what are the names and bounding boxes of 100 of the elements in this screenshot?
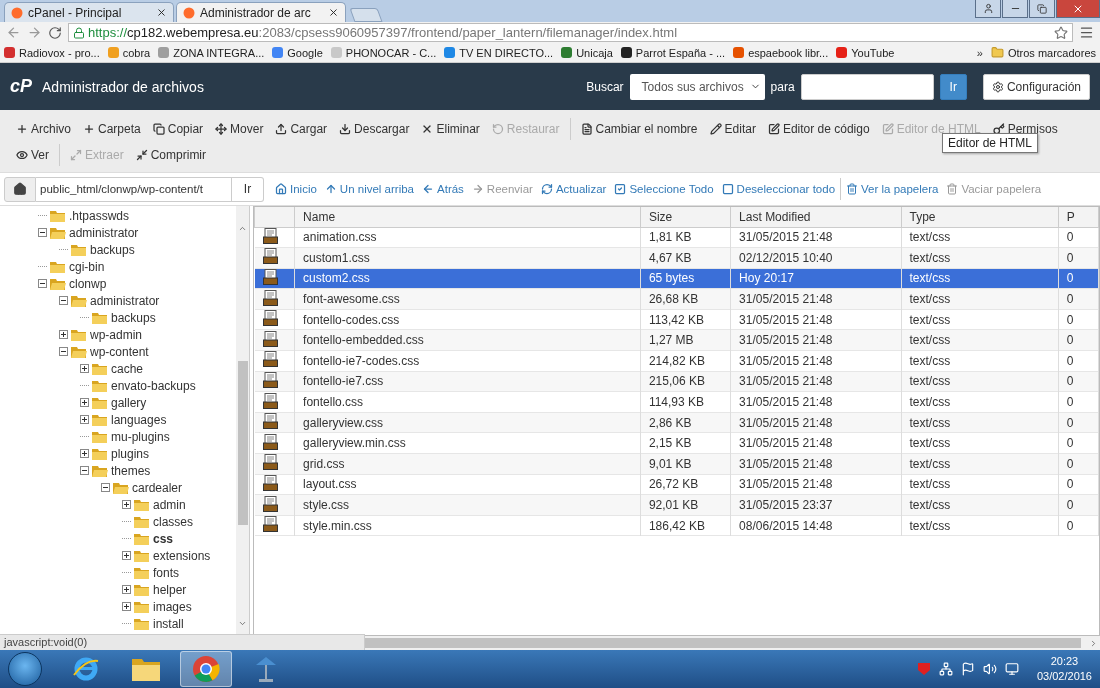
browser-tab[interactable]: Administrador de arc — [176, 2, 346, 22]
bookmark[interactable]: Radiovox - pro... — [4, 46, 100, 59]
column-header[interactable]: Type — [901, 207, 1059, 227]
back-icon[interactable] — [6, 25, 21, 40]
collapse-toggle[interactable] — [38, 279, 47, 288]
volume-icon[interactable] — [982, 662, 997, 676]
expand-toggle[interactable] — [80, 398, 89, 407]
collapse-toggle[interactable] — [59, 347, 68, 356]
folder-name[interactable]: cardealer — [132, 480, 183, 495]
file-row[interactable]: fontello.css 114,93 KB 31/05/2015 21:48 text/css 0 — [254, 391, 1099, 413]
toolbar-button[interactable]: Editar — [703, 118, 762, 140]
more-bookmarks-button[interactable]: » — [976, 46, 983, 59]
close-icon[interactable] — [328, 7, 339, 18]
forward-icon[interactable] — [27, 25, 42, 40]
scroll-down-icon[interactable] — [238, 619, 247, 628]
toolbar-button[interactable]: Descargar — [333, 118, 416, 140]
flag-icon[interactable] — [960, 662, 975, 676]
folder-name[interactable]: mu-plugins — [111, 429, 170, 444]
bookmark-star-icon[interactable] — [1054, 25, 1068, 40]
collapse-toggle[interactable] — [59, 296, 68, 305]
toolbar-button[interactable]: Cargar — [269, 118, 334, 140]
path-field[interactable]: public_html/clonwp/wp-content/t — [36, 176, 232, 202]
go-button[interactable]: Ir — [939, 73, 967, 100]
toolbar-button[interactable]: Archivo — [10, 118, 77, 140]
collapse-toggle[interactable] — [101, 483, 110, 492]
profile-button[interactable] — [975, 0, 1001, 18]
nav-link[interactable]: Seleccione Todo — [611, 183, 717, 195]
bookmark[interactable]: TV EN DIRECTO... — [444, 46, 554, 59]
toolbar-button[interactable]: Cambiar el nombre — [574, 118, 704, 140]
scroll-up-icon[interactable] — [238, 224, 247, 233]
file-row[interactable]: animation.css 1,81 KB 31/05/2015 21:48 text/css 0 — [254, 227, 1099, 248]
monitor-icon[interactable] — [1004, 662, 1019, 676]
nav-link[interactable]: Inicio — [272, 183, 320, 195]
nav-link[interactable]: Ver la papelera — [843, 183, 942, 195]
nav-link[interactable]: Atrás — [419, 183, 467, 195]
home-button[interactable] — [4, 176, 36, 202]
file-row[interactable]: galleryview.min.css 2,15 KB 31/05/2015 21:48 text/css 0 — [254, 432, 1099, 454]
expand-toggle[interactable] — [80, 364, 89, 373]
folder-name[interactable]: images — [153, 599, 192, 614]
toolbar-button[interactable]: Mover — [209, 118, 270, 140]
folder-name[interactable]: clonwp — [69, 276, 107, 291]
folder-name[interactable]: extensions — [153, 548, 211, 563]
folder-name[interactable]: administrator — [90, 293, 160, 308]
close-icon[interactable] — [156, 7, 167, 18]
search-field[interactable] — [800, 73, 934, 100]
file-row[interactable]: fontello-ie7.css 215,06 KB 31/05/2015 21:48 text/css 0 — [254, 371, 1099, 392]
bookmark[interactable]: cobra — [107, 46, 151, 59]
file-row[interactable]: fontello-codes.css 113,42 KB 31/05/2015 21:48 text/css 0 — [254, 309, 1099, 330]
bookmark-folder[interactable]: Otros marcadores — [990, 46, 1096, 59]
expand-toggle[interactable] — [80, 449, 89, 458]
column-header[interactable]: Size — [640, 207, 731, 227]
file-row[interactable]: custom2.css 65 bytes Hoy 20:17 text/css 0 — [254, 268, 1099, 289]
folder-name[interactable]: administrator — [69, 225, 139, 240]
folder-name[interactable]: backups — [90, 242, 135, 257]
file-row[interactable]: layout.css 26,72 KB 31/05/2015 21:48 text/css 0 — [254, 474, 1099, 495]
file-row[interactable]: style.css 92,01 KB 31/05/2015 23:37 text/css 0 — [254, 494, 1099, 516]
reload-icon[interactable] — [48, 25, 62, 40]
toolbar-button[interactable]: Ver — [10, 144, 55, 166]
folder-name[interactable]: css — [153, 531, 174, 546]
collapse-toggle[interactable] — [38, 228, 47, 237]
expand-toggle[interactable] — [122, 585, 131, 594]
file-row[interactable]: fontello-ie7-codes.css 214,82 KB 31/05/2015 21:48 text/css 0 — [254, 350, 1099, 372]
file-row[interactable]: galleryview.css 2,86 KB 31/05/2015 21:48 text/css 0 — [254, 412, 1099, 433]
bookmark[interactable]: YouTube — [836, 46, 895, 59]
folder-name[interactable]: plugins — [111, 446, 150, 461]
collapse-toggle[interactable] — [80, 466, 89, 475]
folder-name[interactable]: wp-content — [90, 344, 149, 359]
toolbar-button[interactable]: Copiar — [146, 118, 210, 140]
folder-name[interactable]: helper — [153, 582, 187, 597]
folder-name[interactable]: .htpasswds — [69, 208, 130, 223]
folder-name[interactable]: fonts — [153, 565, 179, 580]
column-header[interactable]: Name — [294, 207, 641, 227]
menu-icon[interactable] — [1079, 25, 1094, 40]
bookmark[interactable]: Unicaja — [561, 46, 613, 59]
settings-button[interactable]: Configuración — [982, 73, 1090, 100]
folder-name[interactable]: envato-backups — [111, 378, 196, 393]
nav-link[interactable]: Un nivel arriba — [321, 183, 417, 195]
expand-toggle[interactable] — [122, 602, 131, 611]
toolbar-button[interactable]: Comprimir — [129, 144, 213, 166]
folder-name[interactable]: gallery — [111, 395, 147, 410]
address-bar[interactable]: https://cp182.webempresa.eu:2083/cpsess9060957397/frontend/paper_lantern/filemanager/index.html — [68, 23, 1073, 42]
clock[interactable]: 20:23 03/02/2016 — [1036, 654, 1092, 684]
bookmark[interactable]: PHONOCAR - C... — [330, 46, 437, 59]
folder-name[interactable]: classes — [153, 514, 193, 529]
scroll-right-icon[interactable] — [1089, 638, 1098, 648]
expand-toggle[interactable] — [122, 551, 131, 560]
folder-name[interactable]: wp-admin — [90, 327, 143, 342]
expand-toggle[interactable] — [80, 415, 89, 424]
nav-link[interactable]: Actualizar — [537, 183, 610, 195]
folder-name[interactable]: backups — [111, 310, 156, 325]
expand-toggle[interactable] — [59, 330, 68, 339]
browser-tab[interactable]: cPanel - Principal — [4, 2, 174, 22]
column-header[interactable]: P — [1058, 207, 1099, 227]
folder-name[interactable]: install — [153, 616, 184, 631]
scrollbar-thumb[interactable] — [237, 361, 248, 525]
file-row[interactable]: font-awesome.css 26,68 KB 31/05/2015 21:48 text/css 0 — [254, 288, 1099, 310]
file-row[interactable]: style.min.css 186,42 KB 08/06/2015 14:48 text/css 0 — [254, 515, 1099, 536]
toolbar-button[interactable]: Carpeta — [77, 118, 147, 140]
file-row[interactable]: fontello-embedded.css 1,27 MB 31/05/2015 21:48 text/css 0 — [254, 329, 1099, 351]
bookmark[interactable]: espaebook libr... — [733, 46, 829, 59]
